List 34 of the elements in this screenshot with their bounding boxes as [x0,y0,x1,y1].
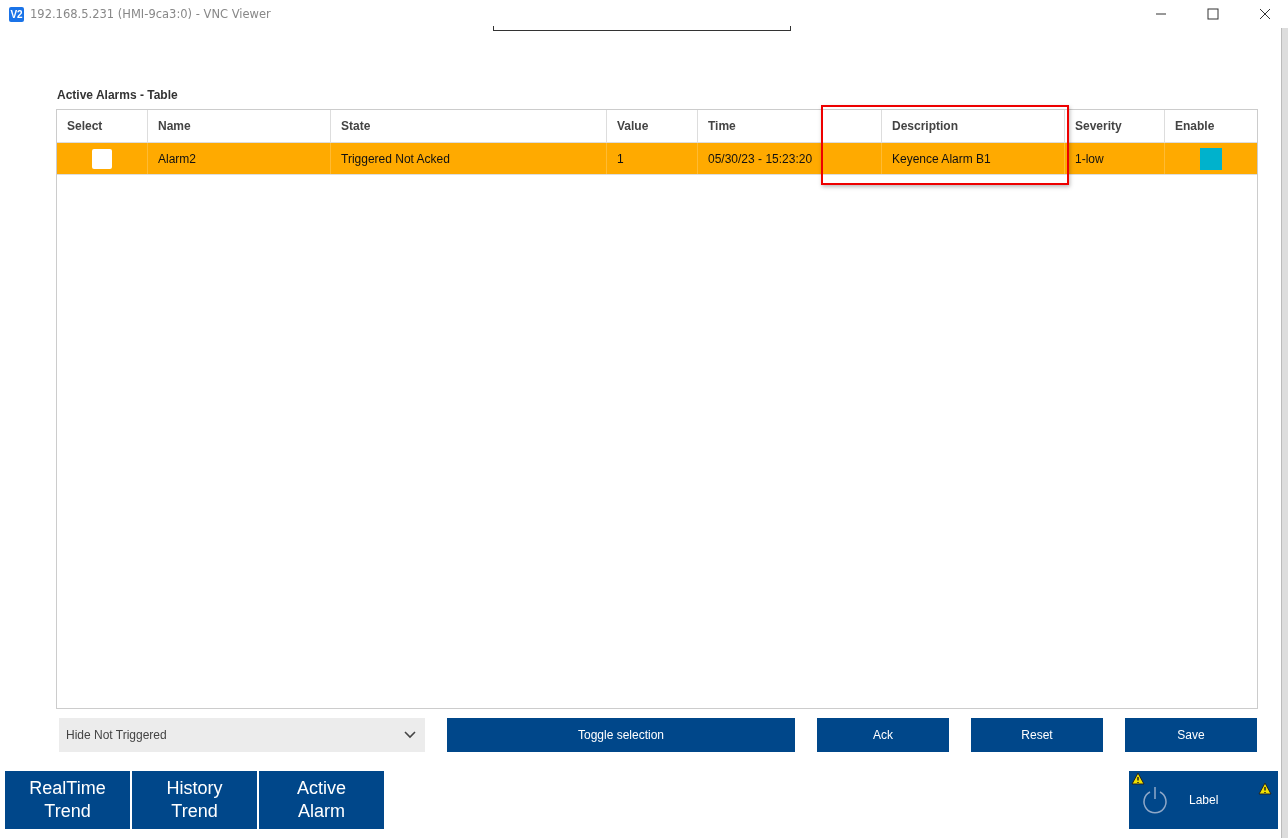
action-button[interactable]: Reset [971,718,1103,752]
close-icon[interactable] [1259,8,1271,20]
table-cell: 1 [617,151,624,166]
status-label: Label [1189,793,1219,807]
table-cell: Alarm2 [158,151,196,166]
chevron-down-icon [404,731,416,739]
nav-button[interactable]: History Trend [132,771,257,829]
action-button[interactable]: Toggle selection [447,718,795,752]
nav-button[interactable]: Active Alarm [259,771,384,829]
filter-dropdown[interactable]: Hide Not Triggered [59,718,425,752]
column-header[interactable]: Name [158,119,191,133]
power-icon[interactable] [1141,785,1169,815]
alarm-row[interactable]: Alarm2 Triggered Not Acked 1 05/30/23 - 15:23:20 Keyence Alarm B1 1-low [57,143,1257,175]
action-button[interactable]: Ack [817,718,949,752]
column-header[interactable]: Description [892,119,958,133]
column-header[interactable]: Severity [1075,119,1122,133]
action-button[interactable]: Save [1125,718,1257,752]
table-cell: Keyence Alarm B1 [892,151,991,166]
window-title: 192.168.5.231 (HMI-9ca3:0) - VNC Viewer [30,7,271,21]
warning-icon [1258,782,1272,795]
warning-icon [1131,772,1145,785]
select-checkbox[interactable] [92,148,112,169]
app-logo: V2 [9,6,24,22]
column-header[interactable]: State [341,119,371,133]
column-header[interactable]: Select [67,119,103,133]
table-cell: 05/30/23 - 15:23:20 [708,151,813,166]
column-header[interactable]: Enable [1175,119,1215,133]
table-cell: Triggered Not Acked [341,151,450,166]
nav-button[interactable]: RealTime Trend [5,771,130,829]
column-header[interactable]: Time [708,119,736,133]
table-title: Active Alarms - Table [57,88,179,104]
table-cell: 1-low [1075,151,1104,166]
column-header[interactable]: Value [617,119,649,133]
maximize-icon[interactable] [1207,8,1219,20]
